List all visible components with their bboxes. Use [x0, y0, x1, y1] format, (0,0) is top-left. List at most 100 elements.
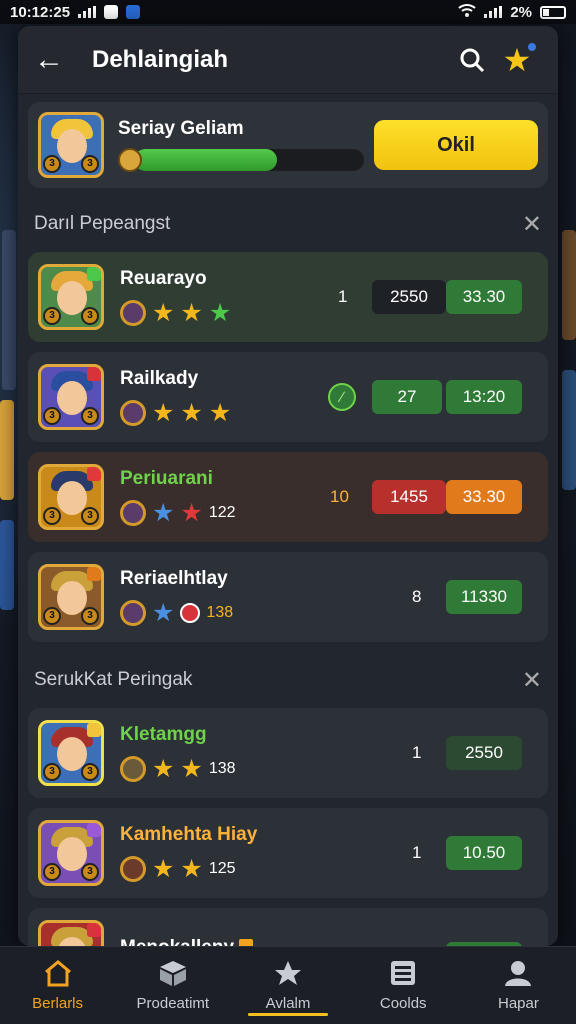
- rank-number: 1: [338, 287, 348, 306]
- nav-item-profile[interactable]: Hapar: [461, 947, 576, 1024]
- close-icon[interactable]: ✕: [522, 666, 542, 695]
- player-name: Seriay Geliam: [118, 118, 244, 139]
- background-sign-right: [562, 370, 576, 490]
- nav-label: Avlalm: [265, 995, 311, 1012]
- bottom-nav: Berlarls Prodeatimt Avlalm Coolds Hapar: [0, 946, 576, 1024]
- section-title-1: Darıl Pepeangst: [34, 213, 171, 234]
- stat-value: 138: [206, 604, 234, 621]
- rank-badge-icon: [120, 756, 146, 782]
- status-time: 10:12:25: [10, 3, 71, 21]
- stat-value: 125: [208, 860, 236, 877]
- cell-signal-icon: [484, 6, 503, 18]
- star-icon: ★: [208, 398, 232, 427]
- badge-icon: [239, 939, 254, 946]
- battery-percent: 2%: [510, 3, 532, 21]
- player-name: Reriaelhtlay: [120, 568, 228, 589]
- list-item[interactable]: 33 Kletamgg ★ ★ 138 1 2550: [28, 708, 548, 798]
- background-decoration-right: [562, 230, 576, 340]
- gem-icon: [180, 603, 201, 623]
- avatar: 33: [38, 720, 104, 786]
- background-decoration-left: [2, 230, 16, 390]
- rank-badge-icon: [120, 500, 146, 526]
- player-name: Reuarayo: [120, 268, 207, 289]
- nav-item-home[interactable]: Berlarls: [0, 947, 115, 1024]
- back-arrow-icon[interactable]: ←: [34, 43, 74, 77]
- score-chip: 1455: [372, 480, 446, 514]
- player-name: Kamhehta Hiay: [120, 824, 258, 845]
- value-chip: 10.50: [446, 836, 522, 870]
- nav-label: Coolds: [379, 995, 427, 1012]
- value-chip: 33.30: [446, 280, 522, 314]
- avatar: 33: [38, 264, 104, 330]
- background-sign-left: [0, 520, 14, 610]
- battery-icon: [540, 5, 566, 19]
- value-chip: 13:20: [446, 380, 522, 414]
- rank-number: 1: [412, 843, 422, 862]
- search-icon[interactable]: [452, 47, 492, 73]
- rank-badge-icon: [120, 400, 146, 426]
- favorites-star-icon[interactable]: ★: [492, 41, 542, 79]
- timer-icon: ∕: [328, 383, 356, 411]
- wifi-icon: [458, 3, 476, 21]
- nav-label: Prodeatimt: [136, 995, 210, 1012]
- player-card: 3 3 Seriay Geliam Okil: [28, 102, 548, 188]
- score-chip: 27: [372, 380, 442, 414]
- avatar: 33: [38, 464, 104, 530]
- section-header-2: SerukKat Peringak ✕: [18, 652, 558, 708]
- list-item[interactable]: 33 Reriaelhtlay ★ 138 8 11330: [28, 552, 548, 642]
- header-bar: ← Dehlaingiah ★: [18, 26, 558, 94]
- nav-item-codes[interactable]: Coolds: [346, 947, 461, 1024]
- player-name: Kletamgg: [120, 724, 207, 745]
- star-icon: ★: [152, 298, 175, 327]
- coin-icon: [118, 148, 142, 172]
- list-item[interactable]: 33 Reuarayo ★ ★ ★ 1 2550 33.30: [28, 252, 548, 342]
- nav-item-products[interactable]: Prodeatimt: [115, 947, 230, 1024]
- star-icon: ★: [152, 754, 175, 783]
- app-notification-icon-2: [126, 5, 141, 19]
- nav-label: Berlarls: [32, 995, 84, 1012]
- avatar: 33: [38, 364, 104, 430]
- user-icon: [505, 961, 532, 986]
- box-icon: [159, 961, 186, 986]
- leaderboard-panel: ← Dehlaingiah ★ 3 3 Seriay Geliam Okil D…: [18, 26, 558, 946]
- xp-progress-fill: [134, 149, 277, 171]
- star-icon: ★: [180, 754, 203, 783]
- star-icon: [275, 961, 301, 985]
- player-name: Railkady: [120, 368, 199, 389]
- star-icon: ★: [180, 498, 203, 527]
- close-icon[interactable]: ✕: [522, 210, 542, 239]
- ok-button[interactable]: Okil: [374, 120, 538, 170]
- star-icon: ★: [180, 854, 203, 883]
- score-chip: 2550: [372, 280, 446, 314]
- rank-number: 1: [412, 743, 422, 762]
- rank-badge-icon: [120, 856, 146, 882]
- list-item[interactable]: 33 Periuarani ★ ★ 122 10 1455 33.30: [28, 452, 548, 542]
- app-notification-icon: [104, 5, 119, 19]
- nav-item-alarm[interactable]: Avlalm: [230, 947, 345, 1024]
- home-icon: [44, 960, 71, 987]
- rank-badge-icon: [120, 600, 146, 626]
- value-chip: 2550: [446, 736, 522, 770]
- value-chip: 11330: [446, 580, 522, 614]
- star-icon: ★: [152, 598, 175, 627]
- player-avatar: 3 3: [38, 112, 104, 178]
- xp-progress-bar: [134, 149, 364, 171]
- status-bar: 10:12:25 2%: [0, 0, 576, 24]
- section-header-1: Darıl Pepeangst ✕: [18, 196, 558, 252]
- star-icon: ★: [180, 398, 203, 427]
- list-item[interactable]: 33 Railkady ★ ★ ★ ∕ 27 13:20: [28, 352, 548, 442]
- signal-icon: [78, 6, 97, 18]
- star-icon: ★: [152, 398, 175, 427]
- player-name: Menokalleny: [120, 937, 290, 946]
- value-chip: 33.30: [446, 480, 522, 514]
- list-icon: [391, 961, 416, 985]
- stat-value: 138: [208, 760, 236, 777]
- list-item[interactable]: Menokalleny: [28, 908, 548, 946]
- star-icon: ★: [208, 298, 232, 327]
- rank-badge-icon: [120, 300, 146, 326]
- stat-value: 122: [208, 504, 236, 521]
- list-item[interactable]: 33 Kamhehta Hiay ★ ★ 125 1 10.50: [28, 808, 548, 898]
- page-title: Dehlaingiah: [92, 45, 229, 73]
- rank-number: 10: [330, 487, 349, 506]
- background-lamp-left: [0, 400, 14, 500]
